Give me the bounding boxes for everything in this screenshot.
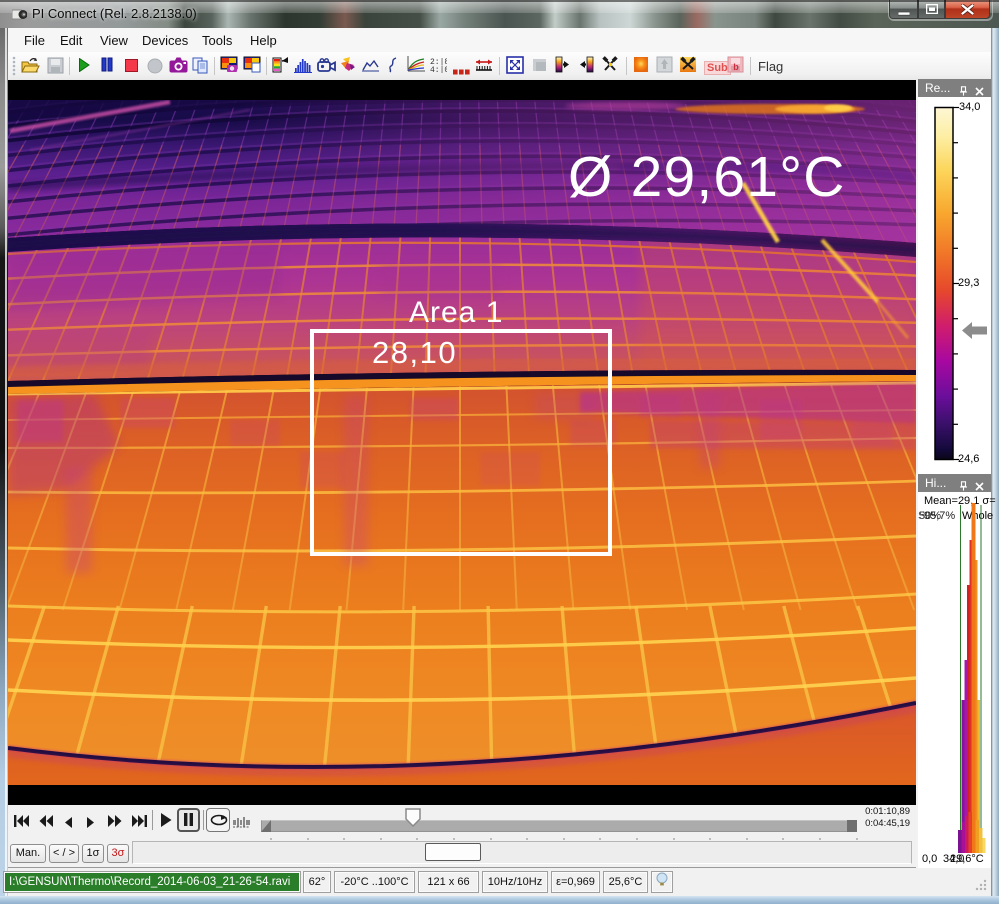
svg-text:Ø 29,61°C: Ø 29,61°C — [568, 145, 846, 209]
svg-text:b: b — [733, 62, 739, 72]
svg-text:Area 1: Area 1 — [409, 296, 503, 329]
svg-text:28,10: 28,10 — [372, 335, 457, 370]
svg-text:4:|0: 4:|0 — [430, 66, 447, 73]
